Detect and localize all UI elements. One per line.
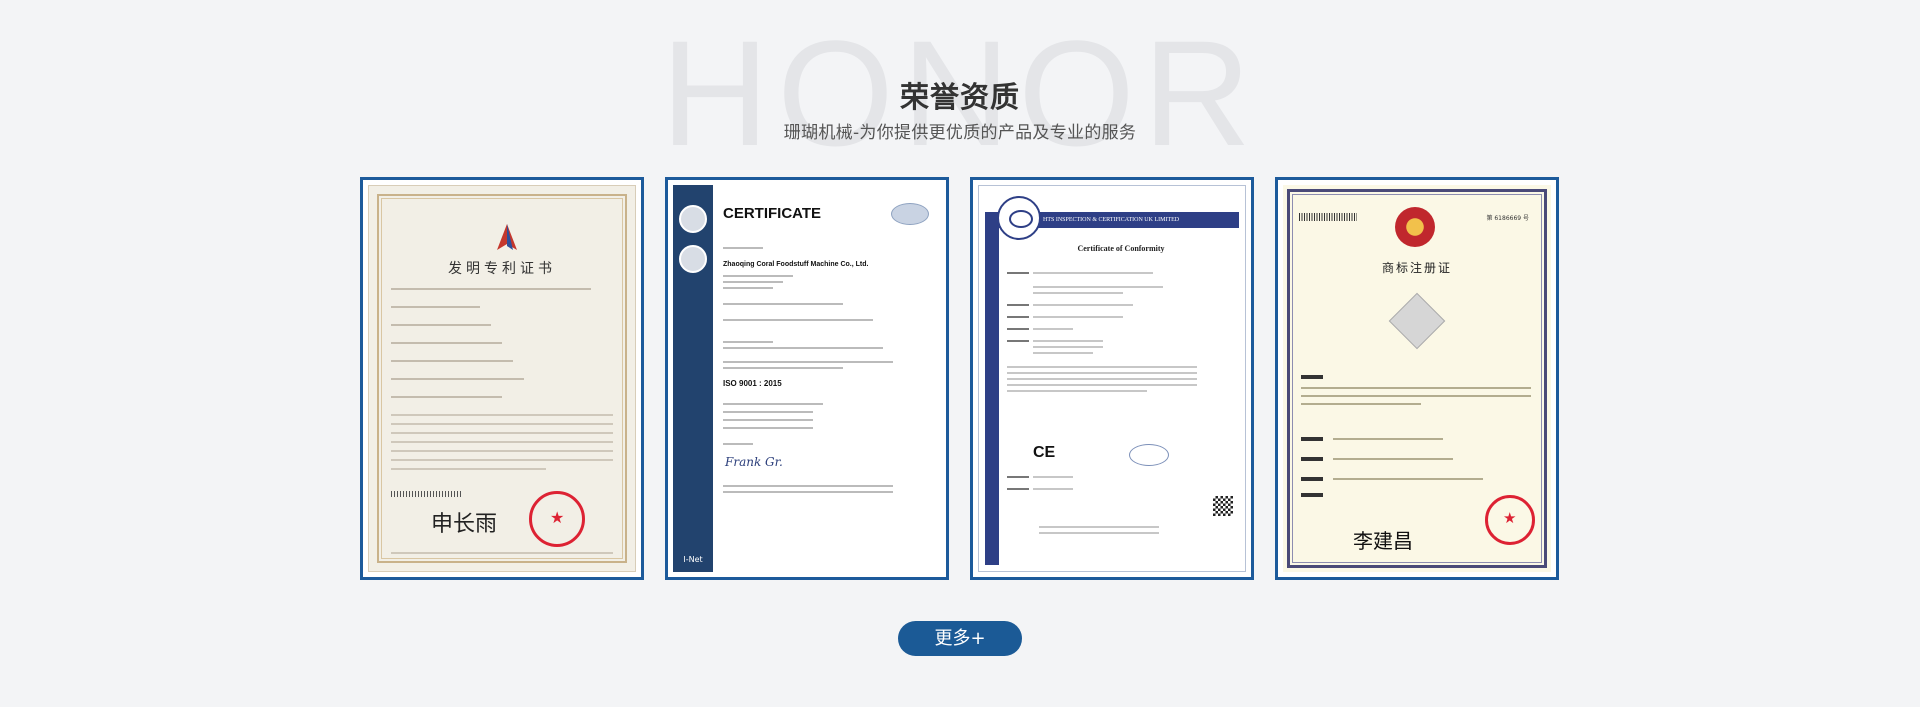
iso-company: Zhaoqing Coral Foodstuff Machine Co., Lt… xyxy=(723,261,869,268)
trademark-title: 商标注册证 xyxy=(1381,261,1452,275)
patent-emblem-icon xyxy=(497,224,517,250)
patent-certificate-image: 发明专利证书 申长雨 xyxy=(368,185,636,572)
section-subtitle: 珊瑚机械-为你提供更优质的产品及专业的服务 xyxy=(783,123,1137,143)
trademark-certificate-image: 第 6186669 号 商标注册证 李建昌 xyxy=(1283,185,1551,572)
dqs-emblem-icon xyxy=(891,203,929,225)
certificate-card-trademark[interactable]: 第 6186669 号 商标注册证 李建昌 xyxy=(1275,177,1559,580)
hts-logo-icon xyxy=(997,196,1041,240)
signature-stamp-icon xyxy=(1129,444,1169,466)
national-emblem-icon xyxy=(1395,207,1435,247)
qr-code-icon xyxy=(1213,496,1233,516)
ce-title: Certificate of Conformity xyxy=(1077,244,1165,253)
iso-certificate-image: I-Net CERTIFICATE Zhaoqing Coral Foodstu… xyxy=(673,185,941,572)
certificate-card-patent[interactable]: 发明专利证书 申长雨 xyxy=(360,177,644,580)
ce-certificate-image: HTS INSPECTION & CERTIFICATION UK LIMITE… xyxy=(978,185,1246,572)
red-seal-icon xyxy=(1485,495,1535,545)
ul-logo-icon xyxy=(679,245,707,273)
patent-signature: 申长雨 xyxy=(431,512,498,537)
certificate-card-iso[interactable]: I-Net CERTIFICATE Zhaoqing Coral Foodstu… xyxy=(665,177,949,580)
red-seal-icon xyxy=(529,491,585,547)
barcode-icon xyxy=(391,491,461,497)
certificate-card-ce[interactable]: HTS INSPECTION & CERTIFICATION UK LIMITE… xyxy=(970,177,1254,580)
patent-title: 发明专利证书 xyxy=(448,261,556,277)
ce-mark: CE xyxy=(1033,444,1056,461)
trademark-number: 第 6186669 号 xyxy=(1486,215,1529,222)
section-title: 荣誉资质 xyxy=(899,80,1020,114)
barcode-icon xyxy=(1299,213,1357,221)
iso-signature: Frank Gr. xyxy=(725,455,783,469)
trademark-signature: 李建昌 xyxy=(1353,529,1413,553)
more-button[interactable]: 更多+ xyxy=(898,621,1022,656)
dqs-logo-icon xyxy=(679,205,707,233)
inet-logo: I-Net xyxy=(683,555,703,564)
iso-title: CERTIFICATE xyxy=(723,205,822,222)
iso-standard: ISO 9001 : 2015 xyxy=(723,379,782,388)
